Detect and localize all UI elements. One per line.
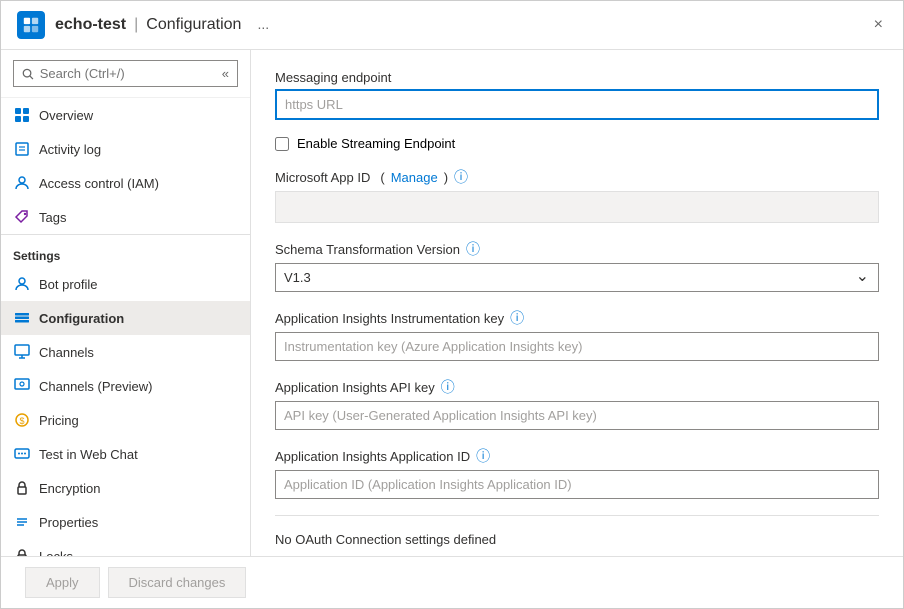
apply-button[interactable]: Apply — [25, 567, 100, 598]
more-options-icon[interactable]: ... — [257, 16, 269, 32]
schema-transform-label: Schema Transformation Version ⓘ — [275, 239, 879, 259]
sidebar-item-encryption[interactable]: Encryption — [1, 471, 250, 505]
bot-profile-label: Bot profile — [39, 277, 98, 292]
search-box[interactable]: « — [13, 60, 238, 87]
app-insights-key-group: Application Insights Instrumentation key… — [275, 308, 879, 361]
main-content: Messaging endpoint Enable Streaming Endp… — [251, 50, 903, 556]
tags-label: Tags — [39, 210, 66, 225]
title-text: echo-test | Configuration ... — [55, 16, 870, 34]
messaging-endpoint-group: Messaging endpoint — [275, 70, 879, 120]
sidebar-item-pricing[interactable]: $ Pricing — [1, 403, 250, 437]
sidebar-item-properties[interactable]: Properties — [1, 505, 250, 539]
properties-icon — [13, 513, 31, 531]
configuration-label: Configuration — [39, 311, 124, 326]
pricing-icon: $ — [13, 411, 31, 429]
app-insights-app-id-info-icon[interactable]: ⓘ — [476, 446, 490, 466]
schema-transform-group: Schema Transformation Version ⓘ V1.3 V1.… — [275, 239, 879, 292]
sidebar-item-channels-preview[interactable]: Channels (Preview) — [1, 369, 250, 403]
sidebar-item-bot-profile[interactable]: Bot profile — [1, 267, 250, 301]
configuration-icon — [13, 309, 31, 327]
overview-label: Overview — [39, 108, 93, 123]
channels-preview-label: Channels (Preview) — [39, 379, 152, 394]
title-separator: | — [134, 16, 138, 34]
app-insights-key-info-icon[interactable]: ⓘ — [510, 308, 524, 328]
overview-icon — [13, 106, 31, 124]
manage-link[interactable]: Manage — [391, 170, 438, 185]
channels-icon — [13, 343, 31, 361]
app-insights-key-label: Application Insights Instrumentation key… — [275, 308, 879, 328]
streaming-endpoint-row: Enable Streaming Endpoint — [275, 136, 879, 151]
app-icon — [17, 11, 45, 39]
access-control-icon — [13, 174, 31, 192]
sidebar-item-overview[interactable]: Overview — [1, 98, 250, 132]
webchat-icon — [13, 445, 31, 463]
streaming-endpoint-label[interactable]: Enable Streaming Endpoint — [297, 136, 455, 151]
app-insights-app-id-input[interactable] — [275, 470, 879, 499]
sidebar-item-tags[interactable]: Tags — [1, 200, 250, 234]
app-insights-api-key-input[interactable] — [275, 401, 879, 430]
search-container: « — [1, 50, 250, 98]
search-icon — [22, 67, 34, 81]
pricing-label: Pricing — [39, 413, 79, 428]
app-insights-app-id-label: Application Insights Application ID ⓘ — [275, 446, 879, 466]
bot-profile-icon — [13, 275, 31, 293]
schema-transform-select-wrapper: V1.3 V1.2 V1.1 V1.0 — [275, 263, 879, 292]
locks-icon — [13, 547, 31, 556]
search-input[interactable] — [40, 66, 216, 81]
schema-transform-info-icon[interactable]: ⓘ — [466, 239, 480, 259]
app-name: echo-test — [55, 16, 126, 34]
sidebar-item-test-webchat[interactable]: Test in Web Chat — [1, 437, 250, 471]
close-button[interactable]: × — [870, 12, 887, 38]
page-title: Configuration — [146, 16, 241, 34]
microsoft-app-id-info-icon[interactable]: ⓘ — [454, 167, 468, 187]
app-insights-api-key-label: Application Insights API key ⓘ — [275, 377, 879, 397]
access-control-label: Access control (IAM) — [39, 176, 159, 191]
oauth-text: No OAuth Connection settings defined — [275, 532, 879, 547]
collapse-icon[interactable]: « — [222, 66, 229, 81]
channels-preview-icon — [13, 377, 31, 395]
encryption-icon — [13, 479, 31, 497]
messaging-endpoint-label: Messaging endpoint — [275, 70, 879, 85]
sidebar-item-locks[interactable]: Locks — [1, 539, 250, 556]
settings-section-label: Settings — [1, 234, 250, 267]
streaming-endpoint-checkbox[interactable] — [275, 137, 289, 151]
microsoft-app-id-group: Microsoft App ID (Manage) ⓘ — [275, 167, 879, 223]
microsoft-app-id-value — [275, 191, 879, 223]
properties-label: Properties — [39, 515, 98, 530]
app-insights-api-key-info-icon[interactable]: ⓘ — [441, 377, 455, 397]
svg-text:$: $ — [20, 416, 25, 426]
sidebar-nav: Overview Activity log Access control (IA… — [1, 98, 250, 556]
activity-log-icon — [13, 140, 31, 158]
encryption-label: Encryption — [39, 481, 100, 496]
activity-log-label: Activity log — [39, 142, 101, 157]
test-webchat-label: Test in Web Chat — [39, 447, 138, 462]
channels-label: Channels — [39, 345, 94, 360]
schema-transform-select[interactable]: V1.3 V1.2 V1.1 V1.0 — [275, 263, 879, 292]
app-insights-key-input[interactable] — [275, 332, 879, 361]
microsoft-app-id-label: Microsoft App ID (Manage) ⓘ — [275, 167, 879, 187]
title-bar: echo-test | Configuration ... × — [1, 1, 903, 50]
sidebar-item-channels[interactable]: Channels — [1, 335, 250, 369]
tags-icon — [13, 208, 31, 226]
sidebar-item-configuration[interactable]: Configuration — [1, 301, 250, 335]
app-insights-api-key-group: Application Insights API key ⓘ — [275, 377, 879, 430]
footer: Apply Discard changes — [1, 556, 903, 608]
discard-button[interactable]: Discard changes — [108, 567, 247, 598]
app-insights-app-id-group: Application Insights Application ID ⓘ — [275, 446, 879, 499]
sidebar-item-activity-log[interactable]: Activity log — [1, 132, 250, 166]
messaging-endpoint-input[interactable] — [275, 89, 879, 120]
locks-label: Locks — [39, 549, 73, 557]
sidebar: « Overview Activity log — [1, 50, 251, 556]
sidebar-item-access-control[interactable]: Access control (IAM) — [1, 166, 250, 200]
